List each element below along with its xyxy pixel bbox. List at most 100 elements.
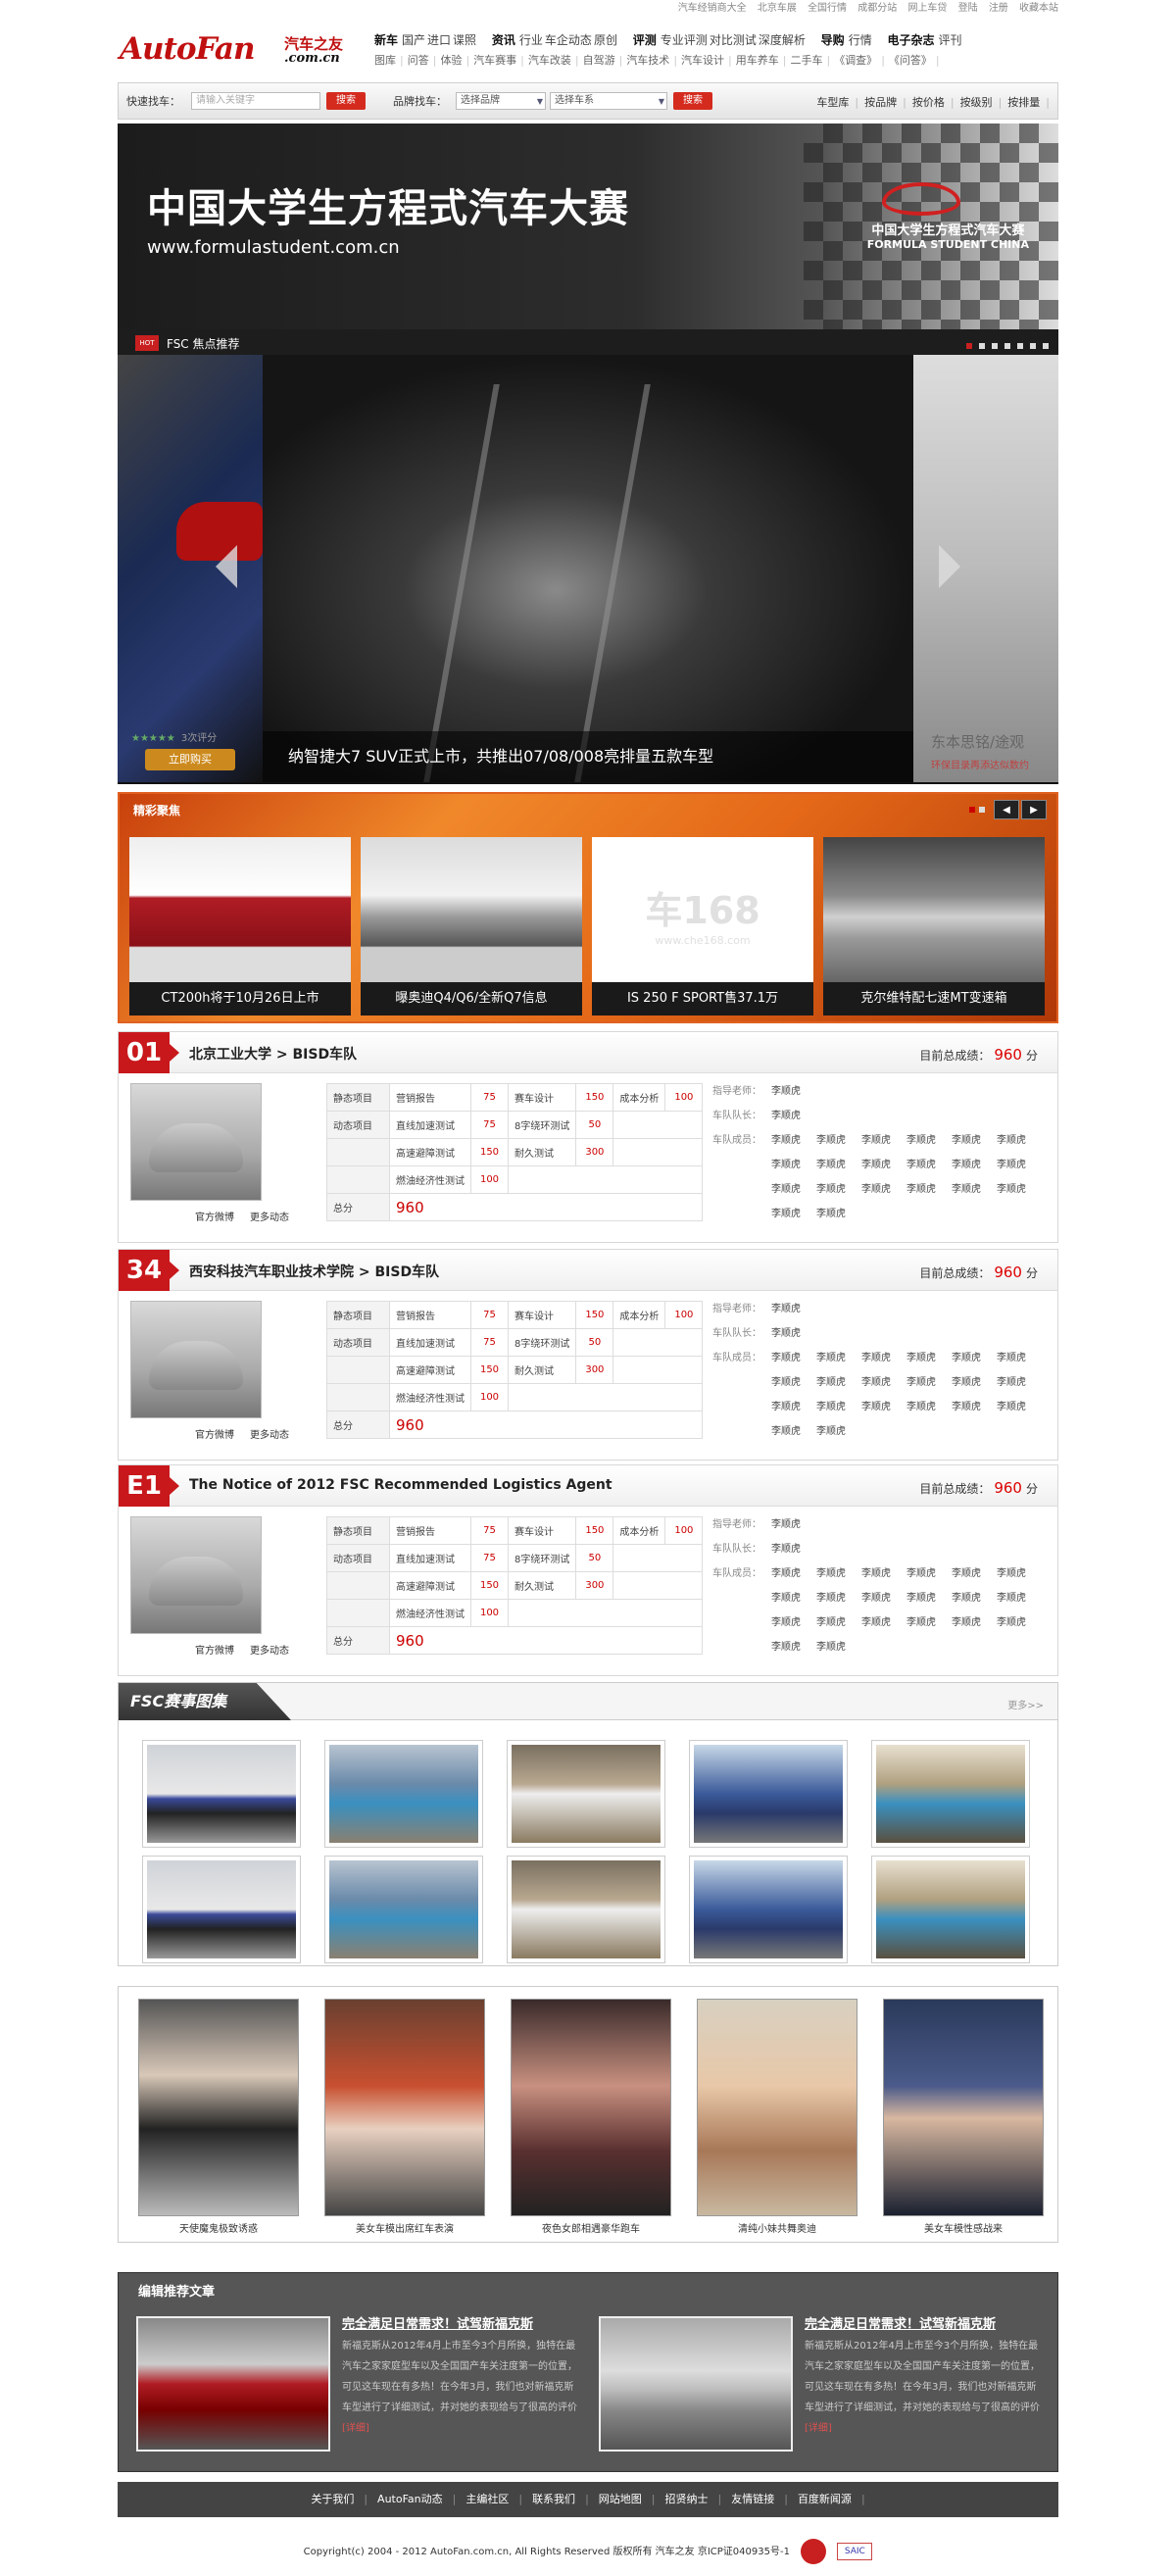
search-button[interactable]: 搜索 [326,92,366,110]
model-item[interactable]: 美女车模出席红车表演 [324,1999,485,2240]
nav-title[interactable]: 评测 [633,33,657,47]
gallery-thumb[interactable] [507,1740,665,1848]
nav-item[interactable]: 车企动态 [545,33,592,47]
staff-name[interactable]: 李顺虎 [816,1202,861,1226]
staff-name[interactable]: 李顺虎 [771,1610,816,1635]
gallery-thumb[interactable] [324,1856,483,1963]
footer-link[interactable]: 网站地图 [599,2493,656,2505]
staff-name[interactable]: 李顺虎 [952,1370,997,1395]
login-link[interactable]: 登陆 [958,3,978,14]
staff-name[interactable]: 李顺虎 [861,1177,906,1202]
top-link[interactable]: 全国行情 [808,3,847,14]
staff-name[interactable]: 李顺虎 [997,1177,1042,1202]
more-news-link[interactable]: 更多动态 [250,1646,289,1657]
staff-name[interactable]: 李顺虎 [771,1635,816,1660]
page-dot[interactable] [978,807,985,813]
staff-name[interactable]: 李顺虎 [952,1177,997,1202]
quick-link[interactable]: 按排量 [1007,96,1050,109]
nav-item[interactable]: 行业 [519,33,543,47]
staff-name[interactable]: 李顺虎 [816,1346,861,1370]
footer-link[interactable]: 主编社区 [466,2493,522,2505]
staff-name[interactable]: 李顺虎 [997,1561,1042,1586]
slide-dot[interactable] [1004,343,1010,349]
staff-name[interactable]: 李顺虎 [997,1370,1042,1395]
nav-item[interactable]: 专业评测 [661,33,708,47]
staff-name[interactable]: 李顺虎 [906,1610,952,1635]
staff-name[interactable]: 李顺虎 [952,1153,997,1177]
register-link[interactable]: 注册 [989,3,1008,14]
gallery-thumb[interactable] [507,1856,665,1963]
staff-name[interactable]: 李顺虎 [771,1586,816,1610]
team-photo[interactable] [130,1083,262,1201]
staff-name[interactable]: 李顺虎 [771,1395,816,1419]
nav-title[interactable]: 导购 [821,33,845,47]
footer-link[interactable]: 招贤纳士 [665,2493,722,2505]
team-photo[interactable] [130,1516,262,1634]
nav-item[interactable]: 国产 [402,33,425,47]
series-select[interactable]: 选择车系 [550,92,667,110]
staff-name[interactable]: 李顺虎 [861,1128,906,1153]
gallery-thumb[interactable] [689,1740,848,1848]
staff-name[interactable]: 李顺虎 [816,1153,861,1177]
model-item[interactable]: 美女车模性感战来 [883,1999,1044,2240]
staff-name[interactable]: 李顺虎 [906,1128,952,1153]
staff-name[interactable]: 李顺虎 [906,1153,952,1177]
top-link[interactable]: 网上车贷 [907,3,947,14]
staff-name[interactable]: 李顺虎 [997,1153,1042,1177]
team-photo[interactable] [130,1301,262,1418]
staff-name[interactable]: 李顺虎 [771,1177,816,1202]
staff-name[interactable]: 李顺虎 [771,1561,816,1586]
bookmark-link[interactable]: 收藏本站 [1019,3,1058,14]
gallery-thumb[interactable] [871,1740,1030,1848]
gallery-thumb[interactable] [142,1856,301,1963]
more-news-link[interactable]: 更多动态 [250,1213,289,1223]
main-slide-image[interactable] [263,355,913,782]
more-news-link[interactable]: 更多动态 [250,1430,289,1441]
nav-sub-item[interactable]: 体验 [440,54,469,67]
slide-dot[interactable] [966,343,972,349]
staff-name[interactable]: 李顺虎 [771,1346,816,1370]
staff-name[interactable]: 李顺虎 [771,1128,816,1153]
highlight-item[interactable]: CT200h将于10月26日上市 [129,837,351,1016]
staff-name[interactable]: 李顺虎 [771,1304,801,1314]
staff-name[interactable]: 李顺虎 [816,1586,861,1610]
saic-logo[interactable]: SAIC [837,2543,873,2560]
staff-name[interactable]: 李顺虎 [771,1370,816,1395]
prev-arrow-icon[interactable] [216,545,237,588]
slide-dot[interactable] [992,343,998,349]
model-item[interactable]: 天使魔鬼极致诱惑 [138,1999,299,2240]
footer-link[interactable]: AutoFan动态 [377,2493,456,2505]
nav-sub-item[interactable]: 汽车赛事 [473,54,524,67]
fsc-banner[interactable]: 中国大学生方程式汽车大赛 www.formulastudent.com.cn 中… [118,124,1058,329]
nav-item[interactable]: 行情 [849,33,872,47]
staff-name[interactable]: 李顺虎 [997,1586,1042,1610]
staff-name[interactable]: 李顺虎 [816,1177,861,1202]
next-slide-image[interactable] [913,355,1058,782]
team-name[interactable]: 西安科技汽车职业技术学院 > BISD车队 [189,1262,439,1281]
nav-sub-item[interactable]: 汽车技术 [626,54,677,67]
next-arrow-icon[interactable] [939,545,960,588]
article-title[interactable]: 完全满足日常需求！试驾新福克斯 [805,2316,1046,2334]
weibo-link[interactable]: 官方微博 [195,1213,234,1223]
staff-name[interactable]: 李顺虎 [952,1128,997,1153]
highlight-item[interactable]: 曝奥迪Q4/Q6/全新Q7信息 [361,837,582,1016]
staff-name[interactable]: 李顺虎 [771,1153,816,1177]
nav-sub-item[interactable]: 自驾游 [583,54,623,67]
site-logo[interactable]: AutoFan 汽车之友 .com.cn [120,31,355,71]
nav-item[interactable]: 评刊 [939,33,962,47]
staff-name[interactable]: 李顺虎 [997,1128,1042,1153]
footer-link[interactable]: 关于我们 [311,2493,368,2505]
staff-name[interactable]: 李顺虎 [771,1419,816,1444]
nav-title[interactable]: 电子杂志 [888,33,935,47]
nav-item[interactable]: 进口 [427,33,451,47]
team-name[interactable]: The Notice of 2012 FSC Recommended Logis… [189,1477,612,1493]
slide-dot[interactable] [1030,343,1036,349]
weibo-link[interactable]: 官方微博 [195,1430,234,1441]
highlight-item[interactable]: 车168 www.che168.com IS 250 F SPORT售37.1万 [592,837,813,1016]
gallery-thumb[interactable] [324,1740,483,1848]
nav-sub-item[interactable]: 汽车改装 [528,54,579,67]
page-dot[interactable] [968,807,975,813]
staff-name[interactable]: 李顺虎 [771,1111,801,1121]
prev-arrow-icon[interactable]: ◀ [994,800,1019,819]
slide-caption[interactable]: 纳智捷大7 SUV正式上市，共推出07/08/008亮排量五款车型 [263,731,913,782]
